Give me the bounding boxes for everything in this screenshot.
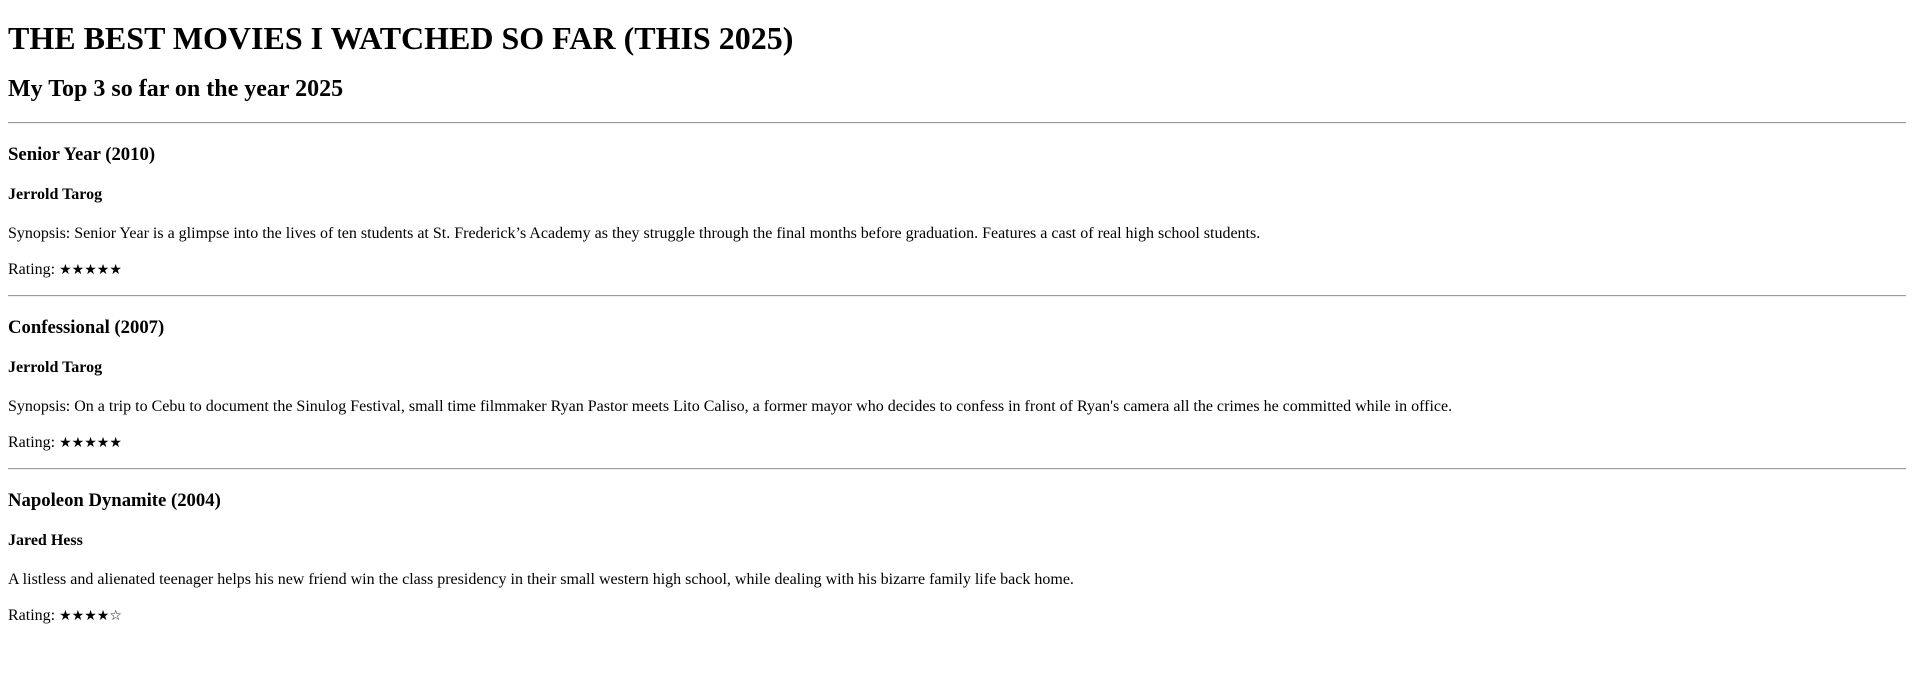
rating-stars: ★★★★☆ — [59, 608, 122, 624]
movie-title: Senior Year (2010) — [8, 144, 156, 165]
movie-director: Jerrold Tarog — [8, 186, 103, 203]
movie-entry-confessional: Confessional (2007) Jerrold Tarog Synops… — [8, 297, 1906, 453]
page-title: THE BEST MOVIES I WATCHED SO FAR (THIS 2… — [8, 20, 794, 56]
page-subtitle: My Top 3 so far on the year 2025 — [8, 76, 344, 102]
movie-synopsis: Synopsis: Senior Year is a glimpse into … — [8, 225, 1261, 242]
movie-synopsis: A listless and alienated teenager helps … — [8, 571, 1074, 588]
movie-synopsis: Synopsis: On a trip to Cebu to document … — [8, 398, 1453, 415]
movie-director: Jerrold Tarog — [8, 359, 103, 376]
page: THE BEST MOVIES I WATCHED SO FAR (THIS 2… — [0, 0, 1914, 626]
movie-rating: Rating: ★★★★★ — [8, 417, 1906, 453]
movie-title: Confessional (2007) — [8, 317, 165, 338]
rating-label: Rating: — [8, 434, 56, 451]
rating-stars: ★★★★★ — [59, 262, 122, 278]
movie-entry-senior-year: Senior Year (2010) Jerrold Tarog Synopsi… — [8, 124, 1906, 280]
movie-director: Jared Hess — [8, 532, 83, 549]
rating-stars: ★★★★★ — [59, 435, 122, 451]
movie-entry-napoleon-dynamite: Napoleon Dynamite (2004) Jared Hess A li… — [8, 470, 1906, 626]
rating-label: Rating: — [8, 261, 56, 278]
movie-rating: Rating: ★★★★★ — [8, 244, 1906, 280]
movie-rating: Rating: ★★★★☆ — [8, 590, 1906, 626]
movie-title: Napoleon Dynamite (2004) — [8, 490, 221, 511]
rating-label: Rating: — [8, 607, 56, 624]
